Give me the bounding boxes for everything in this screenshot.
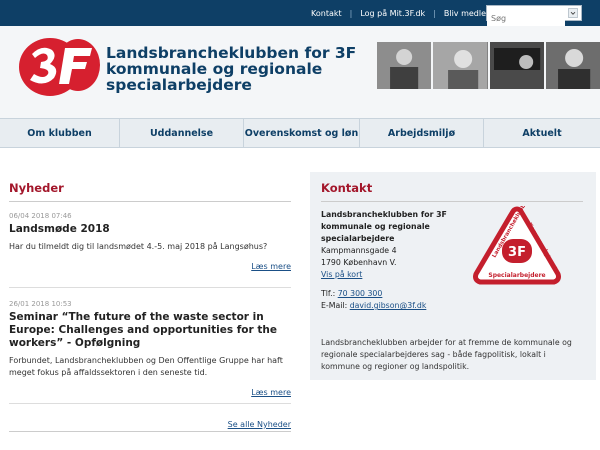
news-date: 26/01 2018 10:53	[9, 300, 72, 308]
header-photo-strip	[377, 42, 600, 89]
worker-photo	[433, 42, 488, 89]
phone-link[interactable]: 70 300 300	[338, 289, 383, 298]
map-link[interactable]: Vis på kort	[321, 270, 362, 279]
news-heading: Nyheder	[9, 181, 64, 195]
nav-overenskomst[interactable]: Overenskomst og løn	[244, 119, 360, 148]
contact-panel: Kontakt Landsbrancheklubben for 3F kommu…	[310, 172, 596, 380]
nav-aktuelt[interactable]: Aktuelt	[484, 119, 600, 148]
street-address: Kampmannsgade 4	[321, 246, 397, 255]
read-more-link[interactable]: Læs mere	[251, 388, 291, 397]
org-name: Landsbrancheklubben for 3F kommunale og …	[321, 210, 447, 243]
top-links: Kontakt | Log på Mit.3F.dk | Bliv medlem	[311, 0, 494, 26]
badge-3f-mark: 3F	[508, 245, 526, 260]
phone-line: Tlf.: 70 300 300	[321, 288, 471, 300]
3f-logo[interactable]	[18, 34, 100, 98]
read-more-link[interactable]: Læs mere	[251, 262, 291, 271]
contact-info: Landsbrancheklubben for 3F kommunale og …	[321, 209, 471, 312]
phone-label: Tlf.:	[321, 289, 338, 298]
site-title: Landsbrancheklubben for 3F kommunale og …	[106, 44, 357, 94]
badge-text: Specialarbejdere	[488, 272, 545, 279]
divider	[321, 201, 583, 202]
nav-arbejdsmiljo[interactable]: Arbejdsmiljø	[360, 119, 484, 148]
contact-link[interactable]: Kontakt	[311, 9, 342, 18]
worker-photo	[545, 42, 600, 89]
all-news-link[interactable]: Se alle Nyheder	[228, 420, 291, 429]
email-link[interactable]: david.gibson@3f.dk	[350, 301, 427, 310]
news-title[interactable]: Landsmøde 2018	[9, 223, 293, 236]
main-nav: Om klubben Uddannelse Overenskomst og lø…	[0, 118, 600, 148]
top-bar: Kontakt | Log på Mit.3F.dk | Bliv medlem	[0, 0, 600, 26]
search-input[interactable]	[487, 11, 565, 26]
news-item: 06/04 2018 07:46 Landsmøde 2018 Har du t…	[9, 212, 293, 307]
worker-photo	[377, 42, 432, 89]
divider	[9, 287, 291, 288]
divider	[9, 201, 291, 202]
link-separator: |	[433, 8, 436, 18]
search-box	[486, 5, 582, 26]
news-body: Har du tilmeldt dig til landsmødet 4.-5.…	[9, 242, 268, 251]
login-link[interactable]: Log på Mit.3F.dk	[360, 9, 425, 18]
email-label: E-Mail:	[321, 301, 350, 310]
worker-photo	[489, 42, 544, 89]
nav-om-klubben[interactable]: Om klubben	[0, 119, 120, 148]
news-item: 26/01 2018 10:53 Seminar “The future of …	[9, 300, 293, 410]
news-title[interactable]: Seminar “The future of the waste sector …	[9, 311, 293, 350]
divider	[9, 403, 291, 404]
news-date: 06/04 2018 07:46	[9, 212, 72, 220]
news-body: Forbundet, Landsbrancheklubben og Den Of…	[9, 356, 283, 377]
link-separator: |	[349, 8, 353, 18]
divider	[9, 431, 291, 432]
search-icon[interactable]	[568, 8, 578, 18]
city-address: 1790 København V.	[321, 258, 397, 267]
email-line: E-Mail: david.gibson@3f.dk	[321, 300, 471, 312]
club-description: Landsbrancheklubben arbejder for at frem…	[321, 338, 572, 371]
contact-heading: Kontakt	[321, 181, 373, 195]
nav-uddannelse[interactable]: Uddannelse	[120, 119, 244, 148]
club-badge-logo: Landsbrancheklubben for Kommunale og reg…	[473, 206, 561, 285]
